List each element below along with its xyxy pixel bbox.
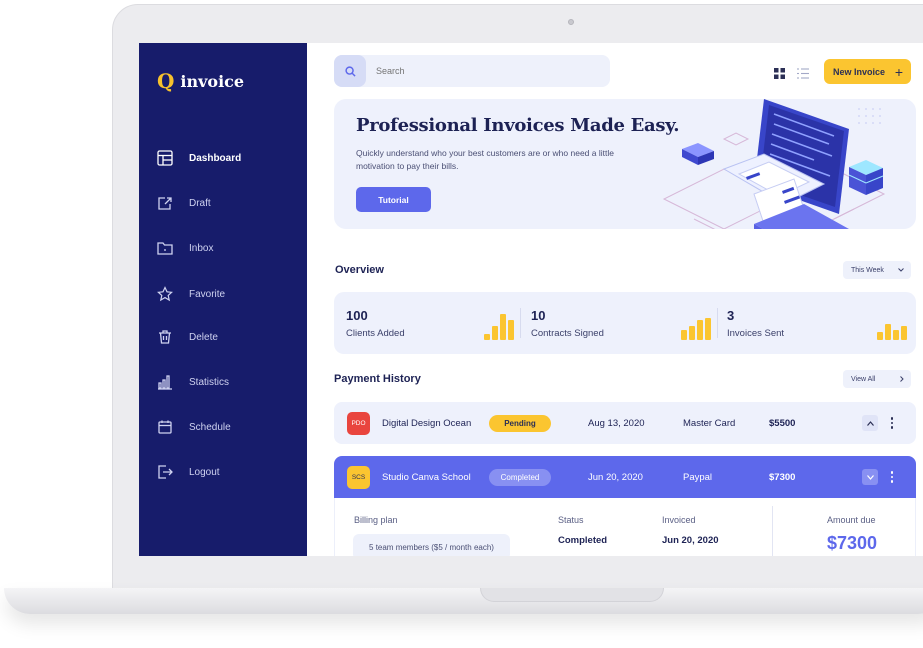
sidebar-item-delete[interactable]: Delete [157,327,218,347]
payment-date: Jun 20, 2020 [588,471,643,483]
laptop-base [4,588,923,614]
stat-bar-chart-icon [681,314,711,340]
chevron-right-icon [900,376,904,382]
amount-due-label: Amount due [827,515,876,525]
stat-invoices: 3 Invoices Sent [727,292,912,354]
sidebar-item-label: Statistics [189,376,230,388]
overview-title: Overview [335,264,384,276]
logo-mark: Q [157,69,175,93]
webcam-icon [568,19,574,25]
sidebar-item-label: Dashboard [189,152,242,164]
bar-chart-icon [157,374,173,390]
status-value: Completed [558,535,608,546]
divider [772,506,773,556]
status-badge: Completed [489,469,551,486]
chevron-down-icon[interactable] [862,469,878,485]
stat-contracts: 10 Contracts Signed [531,292,721,354]
chevron-down-icon [898,268,904,272]
payment-method: Master Card [683,417,736,429]
dashboard-icon [157,150,173,166]
draft-icon [157,195,173,211]
calendar-icon [157,419,173,435]
sidebar-item-schedule[interactable]: Schedule [157,417,231,437]
search-bar[interactable] [334,55,610,87]
list-view-icon[interactable] [797,66,809,84]
logout-icon [157,464,173,480]
main-content: New Invoice + Professional Invoices Made… [307,43,923,556]
star-icon [157,286,173,302]
trash-icon [157,329,173,345]
billing-plan-label: Billing plan [354,515,398,525]
stat-label: Contracts Signed [531,328,604,339]
divider [717,308,718,338]
hero-description: Quickly understand who your best custome… [356,148,614,171]
laptop-notch [480,588,664,602]
period-select[interactable]: This Week [843,261,911,279]
client-avatar: SCS [347,466,370,489]
sidebar-item-dashboard[interactable]: Dashboard [157,148,241,168]
sidebar-item-label: Draft [189,197,211,209]
payment-amount: $5500 [769,417,796,429]
stat-bar-chart-icon [877,314,907,340]
hero-title: Professional Invoices Made Easy. [356,115,680,136]
payment-date: Aug 13, 2020 [588,417,645,429]
payment-details: Billing plan 5 team members ($5 / month … [334,498,916,556]
search-icon[interactable] [334,55,366,87]
period-select-value: This Week [851,266,884,274]
sidebar-item-label: Delete [189,331,218,343]
stat-bar-chart-icon [484,314,514,340]
stat-label: Clients Added [346,328,405,339]
sidebar-item-inbox[interactable]: Inbox [157,238,213,258]
sidebar-item-label: Logout [189,466,220,478]
sidebar-item-favorite[interactable]: Favorite [157,284,225,304]
tutorial-button[interactable]: Tutorial [356,187,431,212]
app-screen: Q invoice Dashboard Draft Inbox Favorite… [139,43,923,556]
logo-text: invoice [180,71,245,91]
new-invoice-label: New Invoice [833,66,886,77]
stat-label: Invoices Sent [727,328,785,339]
payment-amount: $7300 [769,471,796,483]
grid-view-icon[interactable] [774,66,785,84]
view-all-label: View All [851,375,876,383]
invoiced-label: Invoiced [662,515,696,525]
view-all-button[interactable]: View All [843,370,911,388]
new-invoice-button[interactable]: New Invoice + [824,59,911,84]
hero-banner: Professional Invoices Made Easy. Quickly… [334,99,916,229]
client-avatar: PDO [347,412,370,435]
search-input[interactable] [376,66,596,76]
sidebar-item-label: Favorite [189,288,226,300]
chevron-up-icon[interactable] [862,415,878,431]
payment-row-expanded[interactable]: SCS Studio Canva School Completed Jun 20… [334,456,916,498]
payment-method: Paypal [683,471,713,483]
invoiced-value: Jun 20, 2020 [662,535,719,546]
stat-value: 10 [531,308,546,323]
more-options-icon[interactable] [889,469,895,485]
more-options-icon[interactable] [889,415,895,431]
client-name: Studio Canva School [382,471,471,483]
sidebar-item-label: Inbox [189,242,214,254]
plus-icon: + [894,63,903,80]
sidebar: Q invoice Dashboard Draft Inbox Favorite… [139,43,307,556]
app-logo[interactable]: Q invoice [157,69,244,93]
payment-history-title: Payment History [334,373,421,385]
divider [520,308,521,338]
client-name: Digital Design Ocean [382,417,472,429]
sidebar-item-draft[interactable]: Draft [157,193,211,213]
inbox-icon [157,240,173,256]
status-badge: Pending [489,415,551,432]
payment-row[interactable]: PDO Digital Design Ocean Pending Aug 13,… [334,402,916,444]
amount-due-value: $7300 [827,533,878,553]
sidebar-item-statistics[interactable]: Statistics [157,372,229,392]
stat-value: 3 [727,308,735,323]
invoice-illustration [662,99,886,229]
overview-card: 100 Clients Added 10 Contracts Signed 3 … [334,292,916,354]
status-label: Status [558,515,584,525]
stat-clients: 100 Clients Added [334,292,522,354]
billing-plan-value: 5 team members ($5 / month each) [353,534,510,556]
sidebar-item-label: Schedule [189,421,231,433]
stat-value: 100 [346,308,368,323]
sidebar-item-logout[interactable]: Logout [157,462,220,482]
